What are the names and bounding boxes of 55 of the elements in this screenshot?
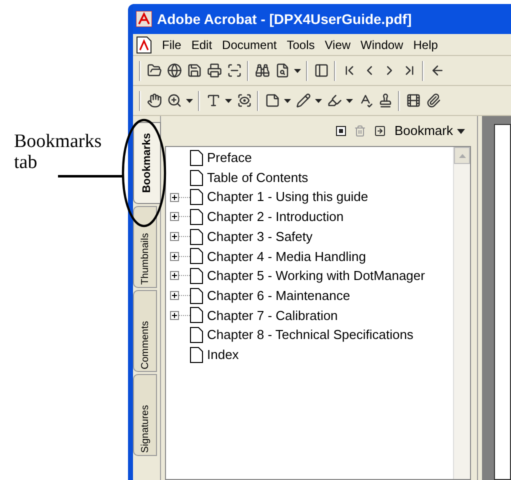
menu-item[interactable]: Document (222, 36, 277, 54)
page-icon (190, 189, 203, 206)
page-icon (190, 307, 203, 324)
expand-icon[interactable] (170, 252, 190, 261)
bookmark-item[interactable]: Chapter 4 - Media Handling (207, 246, 366, 266)
page-icon (190, 346, 203, 363)
window-title: Adobe Acrobat - [DPX4UserGuide.pdf] (157, 10, 412, 29)
side-tab[interactable]: Signatures (133, 374, 157, 456)
side-tab[interactable]: Thumbnails (133, 206, 157, 288)
menu-item[interactable]: File (162, 36, 182, 54)
caret-icon[interactable] (315, 98, 322, 102)
caret-icon[interactable] (457, 128, 465, 134)
document-icon (136, 36, 152, 54)
bookmark-item[interactable]: Chapter 6 - Maintenance (207, 286, 350, 306)
callout-label: Bookmarks tab (14, 131, 103, 173)
page-icon (190, 268, 203, 284)
leader-line (58, 174, 122, 178)
side-tab[interactable]: Bookmarks (133, 122, 161, 204)
bookmark-item[interactable]: Chapter 7 - Calibration (207, 306, 338, 326)
bookmark-item[interactable]: Chapter 8 - Technical Specifications (207, 325, 414, 345)
page-icon (190, 248, 203, 264)
page-icon (190, 170, 203, 186)
new-bookmark-icon[interactable] (336, 126, 346, 136)
caret-icon[interactable] (225, 98, 232, 102)
menu-item[interactable]: Help (413, 36, 438, 54)
side-tab[interactable]: Comments (133, 290, 157, 372)
page-icon (190, 228, 203, 245)
bookmark-item[interactable]: Chapter 1 - Using this guide (207, 187, 368, 207)
bookmark-item[interactable]: Table of Contents (207, 168, 308, 188)
bookmark-item[interactable]: Chapter 3 - Safety (207, 226, 312, 246)
caret-icon[interactable] (294, 68, 301, 72)
expand-icon[interactable] (170, 192, 190, 202)
bookmark-item[interactable]: Chapter 2 - Introduction (207, 207, 344, 227)
menu-item[interactable]: Tools (286, 36, 315, 54)
page-icon (190, 208, 203, 225)
page-icon (190, 327, 203, 344)
bookmark-options-icon[interactable] (374, 125, 386, 137)
menu-item[interactable]: View (324, 36, 351, 54)
bookmark-item[interactable]: Chapter 5 - Working with DotManager (207, 266, 425, 286)
expand-icon[interactable] (170, 271, 190, 280)
app-logo-icon (136, 11, 152, 27)
expand-icon[interactable] (170, 232, 190, 242)
page-icon (190, 150, 203, 166)
expand-icon[interactable] (170, 310, 190, 320)
menu-item[interactable]: Edit (191, 36, 212, 54)
expand-icon[interactable] (170, 291, 190, 300)
page-icon (190, 288, 203, 304)
expand-icon[interactable] (170, 212, 190, 222)
caret-icon[interactable] (186, 98, 193, 102)
bookmark-options-button[interactable]: Bookmark (394, 121, 465, 141)
bookmark-item[interactable]: Index (207, 344, 239, 364)
menu-item[interactable]: Window (360, 36, 404, 54)
bookmark-item[interactable]: Preface (207, 148, 252, 168)
caret-icon[interactable] (346, 98, 353, 102)
caret-icon[interactable] (284, 98, 291, 102)
